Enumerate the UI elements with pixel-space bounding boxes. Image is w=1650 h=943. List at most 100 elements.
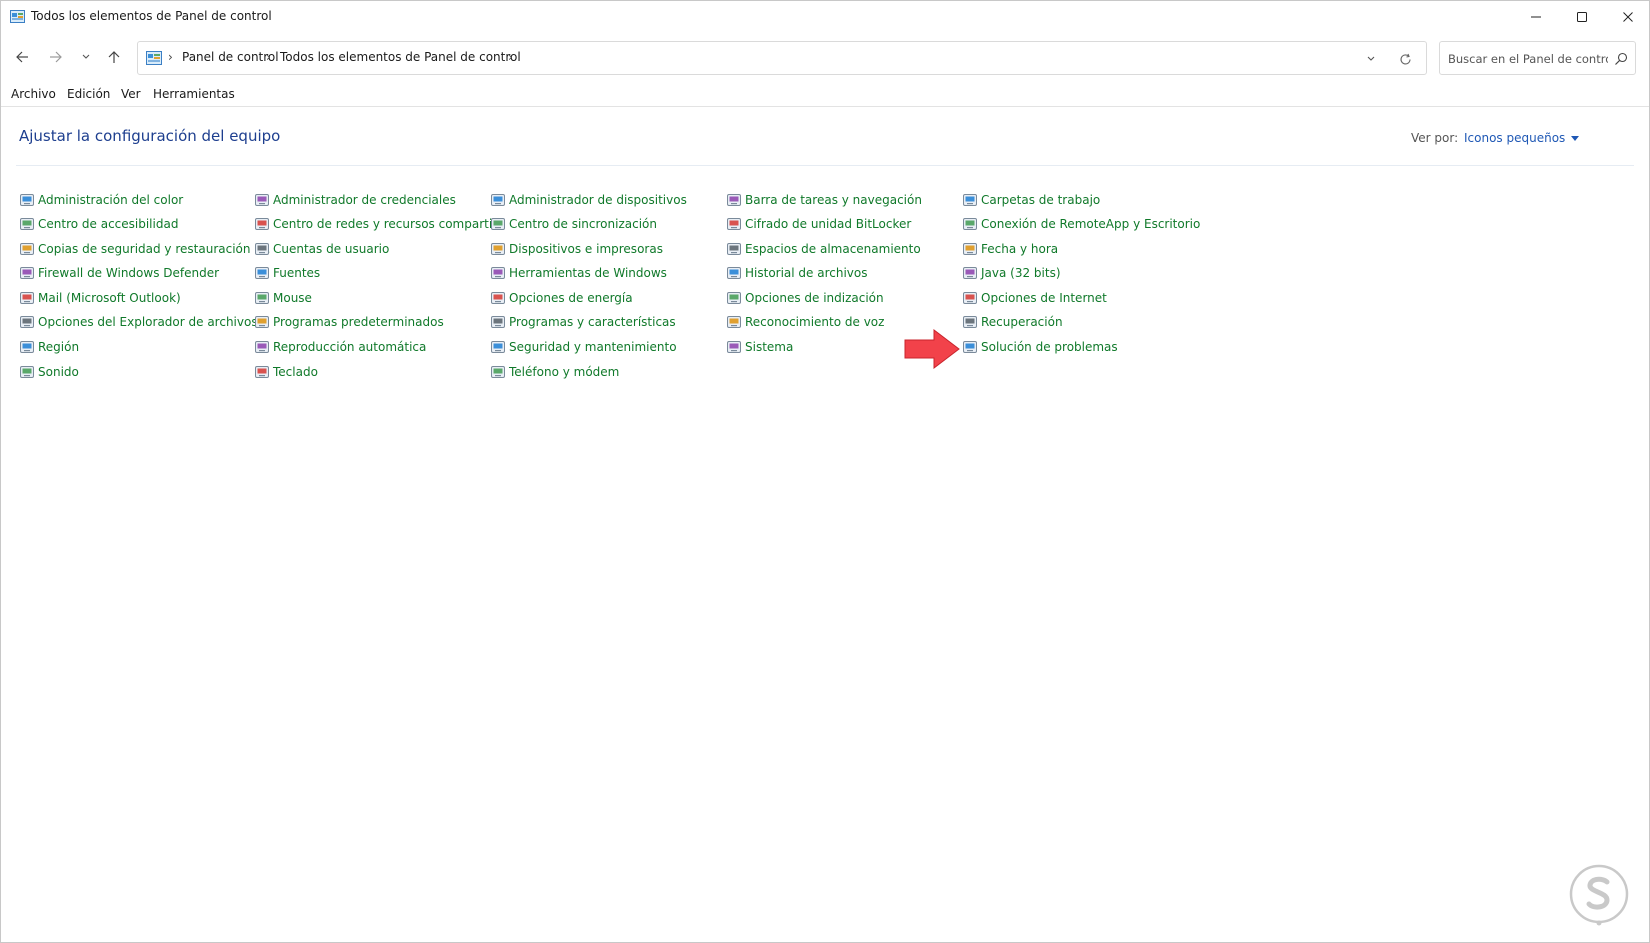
control-panel-item[interactable]: Mouse [254, 289, 312, 307]
refresh-button[interactable] [1394, 49, 1416, 69]
speaker-icon [20, 366, 34, 378]
control-panel-item[interactable]: Administrador de dispositivos [490, 191, 687, 209]
search-box[interactable] [1439, 41, 1636, 75]
control-panel-item-label: Java (32 bits) [981, 266, 1061, 280]
control-panel-item[interactable]: Opciones del Explorador de archivos [19, 313, 258, 331]
breadcrumb-separator[interactable]: › [508, 50, 513, 64]
control-panel-item[interactable]: Cifrado de unidad BitLocker [726, 215, 911, 233]
close-button[interactable] [1605, 1, 1650, 32]
recovery-icon [963, 316, 977, 328]
control-panel-item[interactable]: Opciones de energía [490, 289, 633, 307]
search-input[interactable] [1448, 50, 1608, 68]
control-panel-item[interactable]: Teléfono y módem [490, 363, 619, 381]
control-panel-item-label: Copias de seguridad y restauración (... [38, 242, 271, 256]
control-panel-item[interactable]: Historial de archivos [726, 264, 868, 282]
control-panel-item[interactable]: Barra de tareas y navegación [726, 191, 922, 209]
control-panel-item[interactable]: Centro de sincronización [490, 215, 657, 233]
control-panel-item[interactable]: Java (32 bits) [962, 264, 1061, 282]
up-button[interactable] [101, 45, 127, 69]
control-panel-item[interactable]: Teclado [254, 363, 318, 381]
watermark-logo-icon [1569, 864, 1629, 926]
menu-ver[interactable]: Ver [121, 87, 141, 101]
microphone-icon [727, 316, 741, 328]
maximize-button[interactable] [1559, 1, 1605, 32]
control-panel-item[interactable]: Seguridad y mantenimiento [490, 338, 677, 356]
flag-icon [491, 341, 505, 353]
breadcrumb-control-panel[interactable]: Panel de control [182, 50, 279, 64]
control-panel-item[interactable]: Reproducción automática [254, 338, 426, 356]
control-panel-item-label: Historial de archivos [745, 266, 868, 280]
minimize-icon [1531, 16, 1541, 17]
control-panel-item[interactable]: Firewall de Windows Defender [19, 264, 219, 282]
firewall-icon [20, 267, 34, 279]
control-panel-item-label: Programas predeterminados [273, 315, 444, 329]
control-panel-item[interactable]: Sonido [19, 363, 79, 381]
control-panel-item[interactable]: Región [19, 338, 79, 356]
control-panel-item-label: Fuentes [273, 266, 321, 280]
control-panel-item[interactable]: Conexión de RemoteApp y Escritorio [962, 215, 1200, 233]
control-panel-item[interactable]: Opciones de Internet [962, 289, 1107, 307]
menu-bar: Archivo Edición Ver Herramientas [1, 85, 1649, 105]
control-panel-item[interactable]: Espacios de almacenamiento [726, 240, 921, 258]
internet-options-icon [963, 292, 977, 304]
control-panel-item-label: Administrador de dispositivos [509, 193, 687, 207]
minimize-button[interactable] [1513, 1, 1559, 32]
control-panel-item-label: Barra de tareas y navegación [745, 193, 922, 207]
control-panel-item-label: Firewall de Windows Defender [38, 266, 220, 280]
control-panel-item[interactable]: Carpetas de trabajo [962, 191, 1100, 209]
control-panel-item-label: Fecha y hora [981, 242, 1059, 256]
control-panel-item[interactable]: Herramientas de Windows [490, 264, 667, 282]
control-panel-item[interactable]: Administración del color [19, 191, 183, 209]
control-panel-item[interactable]: Dispositivos e impresoras [490, 240, 663, 258]
control-panel-item[interactable]: Sistema [726, 338, 793, 356]
recent-locations-button[interactable] [73, 45, 99, 69]
control-panel-item-label: Centro de accesibilidad [38, 217, 179, 231]
clock-icon [963, 243, 977, 255]
control-panel-item[interactable]: Centro de accesibilidad [19, 215, 178, 233]
control-panel-item[interactable]: Centro de redes y recursos comparti... [254, 215, 504, 233]
control-panel-item[interactable]: Opciones de indización [726, 289, 884, 307]
header-divider [16, 165, 1634, 166]
control-panel-item-label: Sonido [38, 365, 79, 379]
taskbar-icon [727, 194, 741, 206]
breadcrumb-separator[interactable]: › [168, 50, 173, 64]
work-folders-icon [963, 194, 977, 206]
view-by-label: Ver por: [1411, 131, 1459, 145]
search-icon[interactable] [1613, 51, 1629, 67]
troubleshooting-icon [963, 341, 977, 353]
control-panel-item-label: Conexión de RemoteApp y Escritorio [981, 217, 1201, 231]
control-panel-item[interactable]: Copias de seguridad y restauración (... [19, 240, 270, 258]
control-panel-item-label: Carpetas de trabajo [981, 193, 1101, 207]
control-panel-item[interactable]: Reconocimiento de voz [726, 313, 884, 331]
menu-edicion[interactable]: Edición [67, 87, 110, 101]
forward-button[interactable] [43, 45, 69, 69]
breadcrumb-all-items[interactable]: Todos los elementos de Panel de control [280, 50, 521, 64]
control-panel-item-label: Cifrado de unidad BitLocker [745, 217, 912, 231]
navigation-bar: › Panel de control › Todos los elementos… [1, 37, 1649, 77]
control-panel-item[interactable]: Solución de problemas [962, 338, 1118, 356]
control-panel-item[interactable]: Fecha y hora [962, 240, 1058, 258]
menu-archivo[interactable]: Archivo [11, 87, 56, 101]
menu-herramientas[interactable]: Herramientas [153, 87, 235, 101]
control-panel-item[interactable]: Mail (Microsoft Outlook) [19, 289, 181, 307]
control-panel-item[interactable]: Recuperación [962, 313, 1063, 331]
control-panel-item-label: Sistema [745, 340, 794, 354]
address-history-button[interactable] [1360, 49, 1382, 69]
power-icon [491, 292, 505, 304]
arrow-left-icon [16, 51, 28, 63]
back-button[interactable] [9, 45, 35, 69]
breadcrumb-separator[interactable]: › [266, 50, 271, 64]
indexing-icon [727, 292, 741, 304]
fonts-icon [255, 267, 269, 279]
view-by-dropdown[interactable]: Iconos pequeños [1464, 131, 1580, 145]
control-panel-item[interactable]: Administrador de credenciales [254, 191, 456, 209]
address-bar[interactable]: › Panel de control › Todos los elementos… [137, 41, 1427, 75]
control-panel-item[interactable]: Cuentas de usuario [254, 240, 389, 258]
folder-options-icon [20, 316, 34, 328]
keyboard-icon [255, 366, 269, 378]
control-panel-item[interactable]: Programas y características [490, 313, 676, 331]
control-panel-item[interactable]: Programas predeterminados [254, 313, 444, 331]
title-bar: Todos los elementos de Panel de control [1, 1, 1649, 32]
control-panel-item-label: Administrador de credenciales [273, 193, 456, 207]
control-panel-item[interactable]: Fuentes [254, 264, 320, 282]
